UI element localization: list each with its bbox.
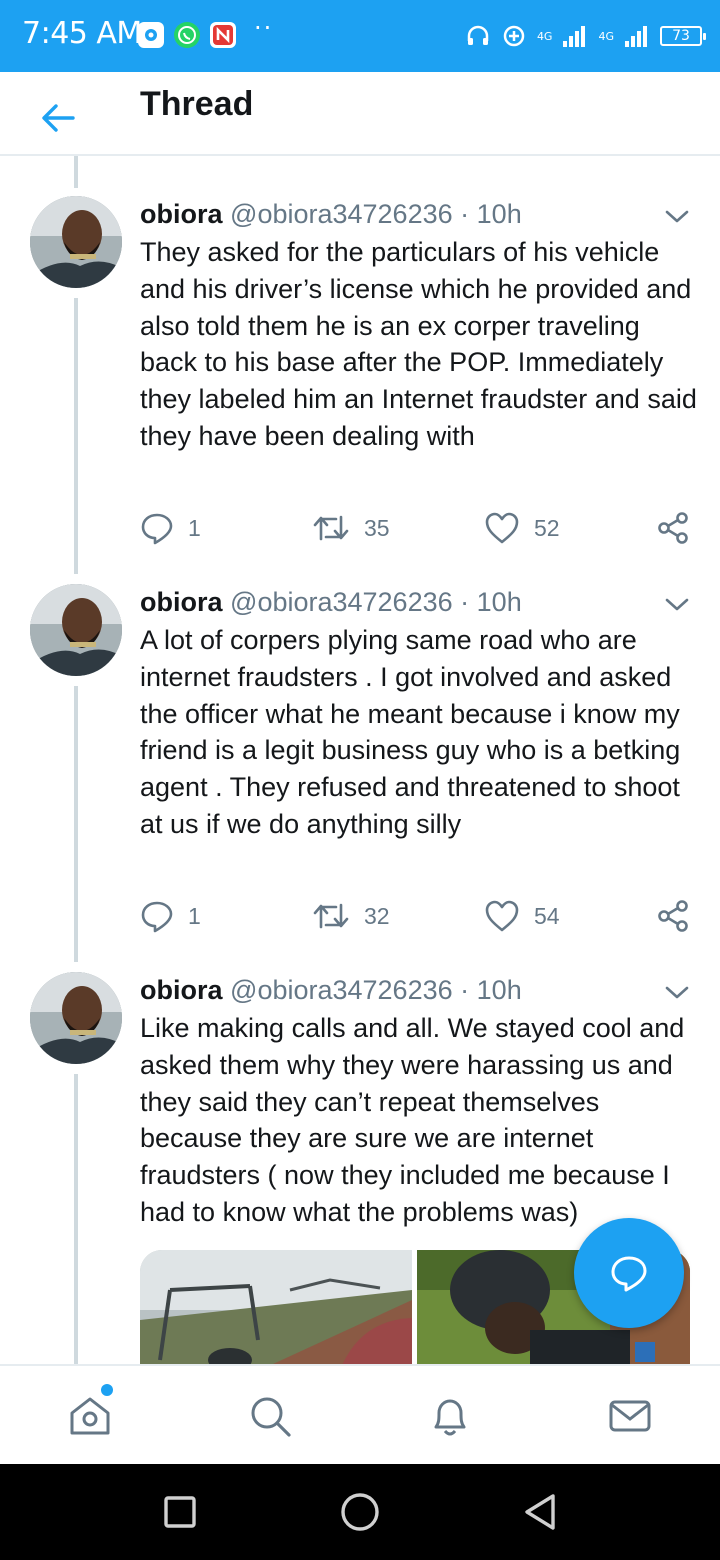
search-icon xyxy=(251,1397,291,1437)
tweet-time: 10h xyxy=(476,587,522,617)
share-button[interactable] xyxy=(656,508,690,548)
news-app-icon xyxy=(210,22,236,48)
chevron-down-icon xyxy=(665,598,689,611)
share-icon xyxy=(658,512,688,544)
recents-button[interactable] xyxy=(156,1488,204,1536)
tweet-text: They asked for the particulars of his ve… xyxy=(140,237,697,451)
share-button[interactable] xyxy=(656,896,690,936)
home-circle-icon xyxy=(341,1493,379,1531)
like-count: 52 xyxy=(534,514,560,541)
network-label-2: 4G xyxy=(598,29,614,43)
notifications-icon xyxy=(434,1399,466,1436)
home-unread-dot xyxy=(101,1384,113,1396)
tweet-header: obiora @obiora34726236 · 10h xyxy=(140,974,522,1006)
chevron-down-icon xyxy=(665,986,689,999)
reply-count: 1 xyxy=(188,514,201,541)
network-label-1: 4G xyxy=(536,29,553,43)
heart-icon xyxy=(485,512,519,544)
status-bar: 7:45 AM ·· 4G 4G 73 xyxy=(0,0,720,72)
tweet[interactable]: obiora @obiora34726236 · 10h A lot of co… xyxy=(0,544,720,933)
tweet[interactable]: obiora @obiora34726236 · 10h They asked … xyxy=(0,156,720,545)
signal-icon xyxy=(563,26,586,47)
tweet-menu-button[interactable] xyxy=(662,592,692,616)
tweet-text: Like making calls and all. We stayed coo… xyxy=(140,1013,685,1227)
tweet-text: A lot of corpers plying same road who ar… xyxy=(140,625,681,839)
reply-bubble-icon xyxy=(611,1256,647,1292)
back-system-button[interactable] xyxy=(516,1488,564,1536)
page-title: Thread xyxy=(140,85,254,123)
author-handle[interactable]: @obiora34726236 xyxy=(230,975,453,1005)
nav-messages[interactable] xyxy=(604,1390,656,1442)
bottom-navigation xyxy=(0,1364,720,1464)
back-button[interactable] xyxy=(30,90,86,146)
avatar[interactable] xyxy=(30,196,122,288)
tweet-menu-button[interactable] xyxy=(662,980,692,1004)
whatsapp-icon xyxy=(174,22,200,48)
tweet-time: 10h xyxy=(476,199,522,229)
tweet-header: obiora @obiora34726236 · 10h xyxy=(140,198,522,230)
author-handle[interactable]: @obiora34726236 xyxy=(230,587,453,617)
reply-count: 1 xyxy=(188,902,201,929)
headphones-icon xyxy=(467,25,489,45)
heart-icon xyxy=(485,900,519,932)
top-app-bar: Thread xyxy=(0,72,720,156)
author-handle[interactable]: @obiora34726236 xyxy=(230,199,453,229)
like-button[interactable]: 52 xyxy=(484,508,560,548)
status-icons: 4G 4G 73 xyxy=(465,18,706,54)
home-icon xyxy=(70,1397,110,1435)
chevron-down-icon xyxy=(665,210,689,223)
back-triangle-icon xyxy=(525,1494,555,1530)
home-system-button[interactable] xyxy=(336,1488,384,1536)
tweet-menu-button[interactable] xyxy=(662,204,692,228)
tweet-time: 10h xyxy=(476,975,522,1005)
settings-app-icon xyxy=(138,22,164,48)
separator-dot: · xyxy=(460,975,470,1005)
tweet-header: obiora @obiora34726236 · 10h xyxy=(140,586,522,618)
separator-dot: · xyxy=(460,587,470,617)
tweet-actions: 1 32 54 xyxy=(140,896,700,936)
system-navigation xyxy=(0,1464,720,1560)
thread-feed[interactable]: obiora @obiora34726236 · 10h They asked … xyxy=(0,156,720,1364)
more-notifications-icon: ·· xyxy=(254,14,274,42)
like-count: 54 xyxy=(534,902,560,929)
avatar[interactable] xyxy=(30,584,122,676)
retweet-count: 35 xyxy=(364,514,390,541)
retweet-icon xyxy=(313,903,349,929)
author-name[interactable]: obiora xyxy=(140,587,223,617)
separator-dot: · xyxy=(460,199,470,229)
reply-button[interactable]: 1 xyxy=(140,508,201,548)
nav-search[interactable] xyxy=(244,1390,296,1442)
author-name[interactable]: obiora xyxy=(140,199,223,229)
retweet-button[interactable]: 35 xyxy=(312,508,390,548)
data-saver-icon xyxy=(503,25,525,47)
reply-icon xyxy=(141,901,173,933)
recents-square-icon xyxy=(164,1496,196,1528)
battery-icon: 73 xyxy=(660,26,706,46)
like-button[interactable]: 54 xyxy=(484,896,560,936)
author-name[interactable]: obiora xyxy=(140,975,223,1005)
compose-reply-button[interactable] xyxy=(574,1218,684,1328)
nav-notifications[interactable] xyxy=(424,1390,476,1442)
signal-icon-2 xyxy=(625,26,647,47)
share-icon xyxy=(658,900,688,932)
retweet-button[interactable]: 32 xyxy=(312,896,390,936)
arrow-left-icon xyxy=(42,104,75,132)
retweet-count: 32 xyxy=(364,902,390,929)
tweet-actions: 1 35 52 xyxy=(140,508,700,548)
reply-button[interactable]: 1 xyxy=(140,896,201,936)
media-photo-1[interactable] xyxy=(140,1250,412,1364)
messages-icon xyxy=(609,1400,651,1432)
avatar[interactable] xyxy=(30,972,122,1064)
retweet-icon xyxy=(313,515,349,541)
status-time: 7:45 AM xyxy=(22,16,142,51)
nav-home[interactable] xyxy=(64,1390,116,1442)
reply-icon xyxy=(141,513,173,545)
